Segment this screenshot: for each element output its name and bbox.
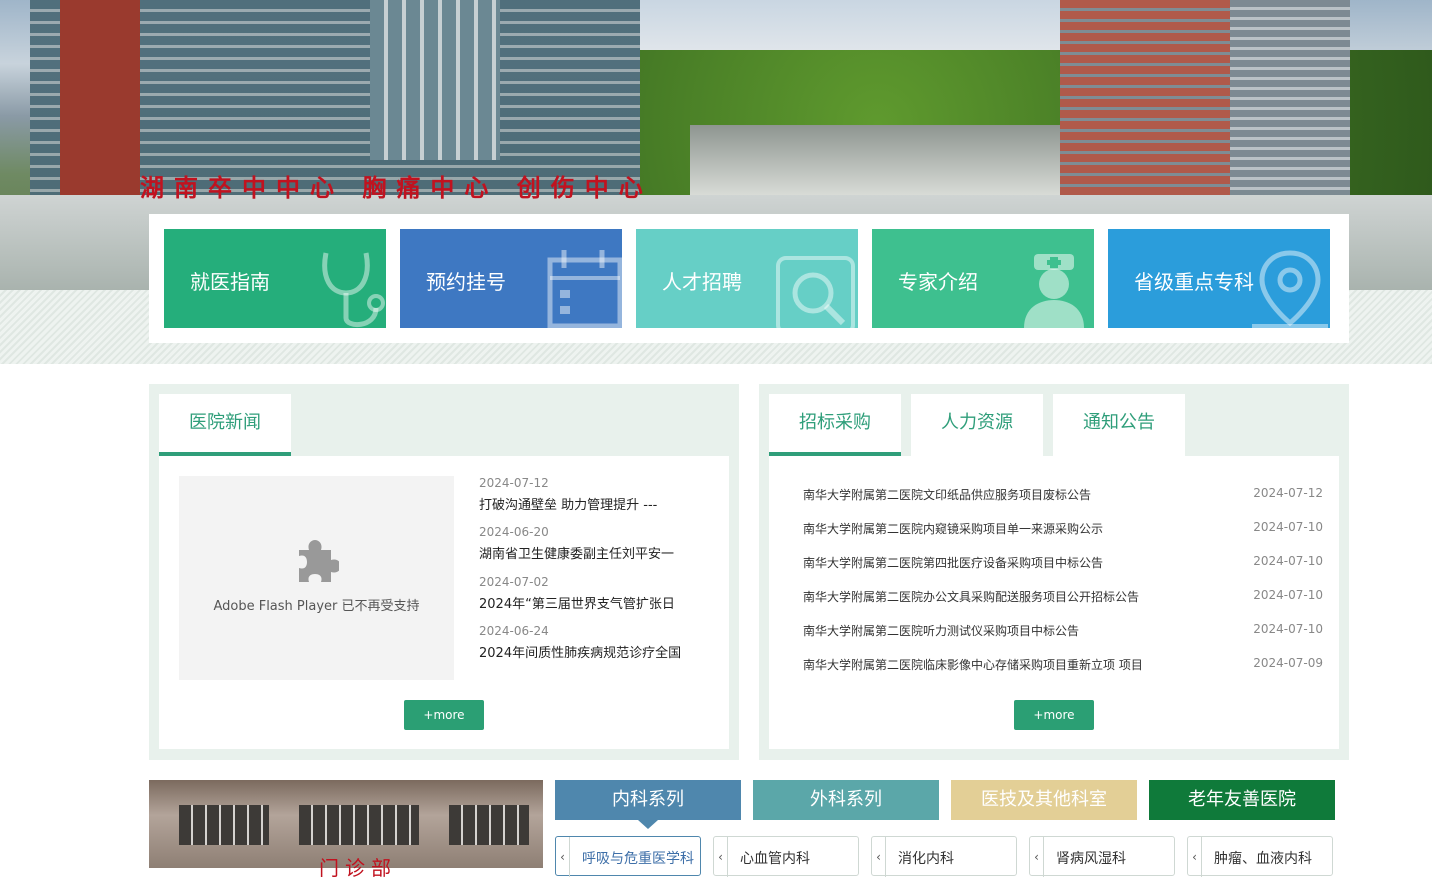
dept-oncology[interactable]: ‹ 肿瘤、血液内科 <box>1187 836 1333 877</box>
news-item[interactable]: 2024-07-02 2024年“第三届世界支气管扩张日 <box>479 575 709 612</box>
notice-row[interactable]: 南华大学附属第二医院办公文具采购配送服务项目公开招标公告 2024-07-10 <box>803 588 1323 608</box>
tab-announcements[interactable]: 通知公告 <box>1053 394 1185 456</box>
hero-building-far-right <box>1230 0 1350 200</box>
hero-building-red <box>60 0 140 205</box>
tab-hospital-news[interactable]: 医院新闻 <box>159 394 291 456</box>
flash-notice: Adobe Flash Player 已不再受支持 <box>213 599 420 614</box>
chevron-left-icon: ‹ <box>556 837 570 877</box>
puzzle-icon <box>299 540 339 582</box>
quick-link-appointment[interactable]: 预约挂号 <box>400 229 622 328</box>
hero-building-right <box>1060 0 1230 215</box>
tab-internal-medicine[interactable]: 内科系列 <box>555 780 741 820</box>
quick-link-key-specialties[interactable]: 省级重点专科 <box>1108 229 1330 328</box>
notice-row[interactable]: 南华大学附属第二医院听力测试仪采购项目中标公告 2024-07-10 <box>803 622 1323 642</box>
news-more-button[interactable]: +more <box>404 700 484 730</box>
flash-placeholder: Adobe Flash Player 已不再受支持 <box>179 476 454 680</box>
tab-elderly-friendly[interactable]: 老年友善医院 <box>1149 780 1335 820</box>
dept-nephrology[interactable]: ‹ 肾病风湿科 <box>1029 836 1175 877</box>
notice-row[interactable]: 南华大学附属第二医院文印纸品供应服务项目废标公告 2024-07-12 <box>803 486 1323 506</box>
quick-link-label: 专家介绍 <box>898 270 978 294</box>
quick-link-label: 预约挂号 <box>426 270 506 294</box>
notice-date: 2024-07-10 <box>1253 588 1323 602</box>
notice-row[interactable]: 南华大学附属第二医院临床影像中心存储采购项目重新立项 项目 2024-07-09 <box>803 656 1323 676</box>
calendar-icon <box>547 250 622 328</box>
chevron-left-icon: ‹ <box>1030 837 1044 877</box>
dept-respiratory[interactable]: ‹ 呼吸与危重医学科 <box>555 836 701 877</box>
quick-link-experts[interactable]: 专家介绍 <box>872 229 1094 328</box>
notice-panel: 招标采购 人力资源 通知公告 南华大学附属第二医院文印纸品供应服务项目废标公告 2… <box>759 384 1349 760</box>
notice-title[interactable]: 南华大学附属第二医院听力测试仪采购项目中标公告 <box>803 624 1079 638</box>
photo-window <box>179 805 269 845</box>
hero-building-tower <box>370 0 500 160</box>
chevron-left-icon: ‹ <box>714 837 728 877</box>
photo-window <box>299 805 419 845</box>
news-item[interactable]: 2024-06-24 2024年间质性肺疾病规范诊疗全国 <box>479 624 709 661</box>
news-title[interactable]: 打破沟通壁垒 助力管理提升 --- <box>479 494 709 513</box>
tab-medical-tech[interactable]: 医技及其他科室 <box>951 780 1137 820</box>
notice-date: 2024-07-10 <box>1253 554 1323 568</box>
tab-human-resources[interactable]: 人力资源 <box>911 394 1043 456</box>
dept-name: 呼吸与危重医学科 <box>582 851 694 867</box>
chevron-left-icon: ‹ <box>872 837 886 877</box>
news-date: 2024-06-24 <box>479 624 549 638</box>
news-date: 2024-06-20 <box>479 525 549 539</box>
notice-row[interactable]: 南华大学附属第二医院内窥镜采购项目单一来源采购公示 2024-07-10 <box>803 520 1323 540</box>
outpatient-sign: 门诊部 <box>319 856 397 880</box>
notice-row[interactable]: 南华大学附属第二医院第四批医疗设备采购项目中标公告 2024-07-10 <box>803 554 1323 574</box>
notice-date: 2024-07-12 <box>1253 486 1323 500</box>
news-title[interactable]: 2024年间质性肺疾病规范诊疗全国 <box>479 642 709 661</box>
news-title[interactable]: 2024年“第三届世界支气管扩张日 <box>479 593 709 612</box>
magnifier-icon <box>776 256 855 328</box>
news-item[interactable]: 2024-07-12 打破沟通壁垒 助力管理提升 --- <box>479 476 709 513</box>
news-content: Adobe Flash Player 已不再受支持 2024-07-12 打破沟… <box>159 456 729 749</box>
dept-name: 心血管内科 <box>740 851 810 867</box>
notice-title[interactable]: 南华大学附属第二医院办公文具采购配送服务项目公开招标公告 <box>803 590 1139 604</box>
quick-link-label: 就医指南 <box>190 270 270 294</box>
notice-content: 南华大学附属第二医院文印纸品供应服务项目废标公告 2024-07-12 南华大学附… <box>769 456 1339 749</box>
tab-surgery[interactable]: 外科系列 <box>753 780 939 820</box>
doctor-icon <box>1024 254 1084 328</box>
location-pin-icon <box>1252 250 1328 328</box>
news-title[interactable]: 湖南省卫生健康委副主任刘平安一 <box>479 543 709 562</box>
notice-more-button[interactable]: +more <box>1014 700 1094 730</box>
notice-date: 2024-07-09 <box>1253 656 1323 670</box>
tab-procurement[interactable]: 招标采购 <box>769 394 901 456</box>
dept-name: 肿瘤、血液内科 <box>1214 851 1312 867</box>
photo-window <box>449 805 529 845</box>
notice-date: 2024-07-10 <box>1253 622 1323 636</box>
hero-sign: 湖南卒中中心 胸痛中心 创伤中心 <box>140 173 653 202</box>
news-item[interactable]: 2024-06-20 湖南省卫生健康委副主任刘平安一 <box>479 525 709 562</box>
active-tab-arrow <box>638 820 658 829</box>
notice-title[interactable]: 南华大学附属第二医院临床影像中心存储采购项目重新立项 项目 <box>803 658 1143 672</box>
quick-link-recruitment[interactable]: 人才招聘 <box>636 229 858 328</box>
notice-date: 2024-07-10 <box>1253 520 1323 534</box>
dept-name: 肾病风湿科 <box>1056 851 1126 867</box>
news-date: 2024-07-02 <box>479 575 549 589</box>
notice-title[interactable]: 南华大学附属第二医院内窥镜采购项目单一来源采购公示 <box>803 522 1103 536</box>
chevron-left-icon: ‹ <box>1188 837 1202 877</box>
notice-title[interactable]: 南华大学附属第二医院文印纸品供应服务项目废标公告 <box>803 488 1091 502</box>
notice-title[interactable]: 南华大学附属第二医院第四批医疗设备采购项目中标公告 <box>803 556 1103 570</box>
quick-links: 就医指南 预约挂号 人才招聘 专家介绍 省级重点专科 <box>149 214 1349 343</box>
quick-link-label: 省级重点专科 <box>1134 270 1254 294</box>
stethoscope-icon <box>322 252 385 328</box>
quick-link-guide[interactable]: 就医指南 <box>164 229 386 328</box>
outpatient-photo: 门诊部 <box>149 780 543 880</box>
dept-name: 消化内科 <box>898 851 954 867</box>
dept-gastroenterology[interactable]: ‹ 消化内科 <box>871 836 1017 877</box>
dept-cardiology[interactable]: ‹ 心血管内科 <box>713 836 859 877</box>
news-panel: 医院新闻 Adobe Flash Player 已不再受支持 2024-07-1… <box>149 384 739 760</box>
news-date: 2024-07-12 <box>479 476 549 490</box>
quick-link-label: 人才招聘 <box>662 270 742 294</box>
